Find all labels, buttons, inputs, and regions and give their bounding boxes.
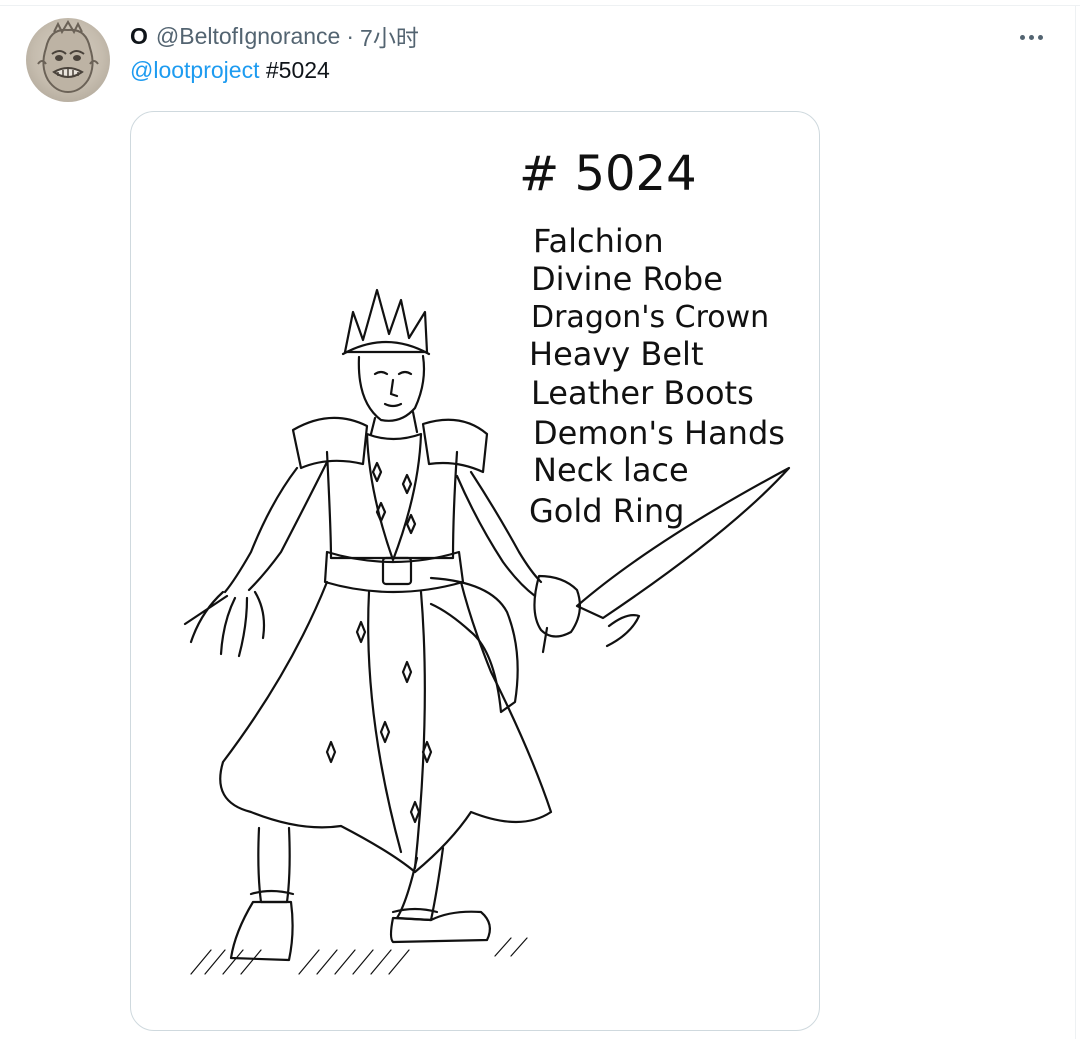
tweet-card: O @BeltofIgnorance · 7小时 @lootproject #5… <box>0 0 1080 1039</box>
user-handle[interactable]: @BeltofIgnorance <box>156 23 340 50</box>
tweet-header: O @BeltofIgnorance · 7小时 <box>130 20 419 52</box>
hashtag-link[interactable]: #5024 <box>266 57 330 83</box>
drawing-item: Heavy Belt <box>529 335 703 373</box>
dot <box>1037 34 1043 40</box>
drawing-item: Demon's Hands <box>533 414 785 452</box>
separator-dot: · <box>346 22 355 49</box>
avatar[interactable] <box>26 18 110 102</box>
divider <box>1075 6 1076 1039</box>
mention-link[interactable]: @lootproject <box>130 57 259 83</box>
timestamp[interactable]: 7小时 <box>360 19 419 53</box>
drawing-item: Neck lace <box>533 451 689 489</box>
drawing-item: Leather Boots <box>531 374 754 412</box>
divider <box>0 5 1080 6</box>
drawing-item: Falchion <box>533 222 664 260</box>
avatar-face-icon <box>37 20 99 94</box>
more-horizontal-icon[interactable] <box>1016 22 1046 52</box>
drawing-number: # 5024 <box>519 146 697 202</box>
display-name[interactable]: O <box>130 23 148 50</box>
dot <box>1028 34 1034 40</box>
tweet-media-image[interactable]: # 5024 Falchion Divine Robe Dragon's Cro… <box>130 111 820 1031</box>
dot <box>1019 34 1025 40</box>
drawing-item: Divine Robe <box>531 260 723 298</box>
drawing-item: Gold Ring <box>529 492 684 530</box>
drawing-item: Dragon's Crown <box>531 300 769 335</box>
tweet-text: @lootproject #5024 <box>130 57 330 84</box>
knight-illustration: # 5024 Falchion Divine Robe Dragon's Cro… <box>183 146 791 975</box>
